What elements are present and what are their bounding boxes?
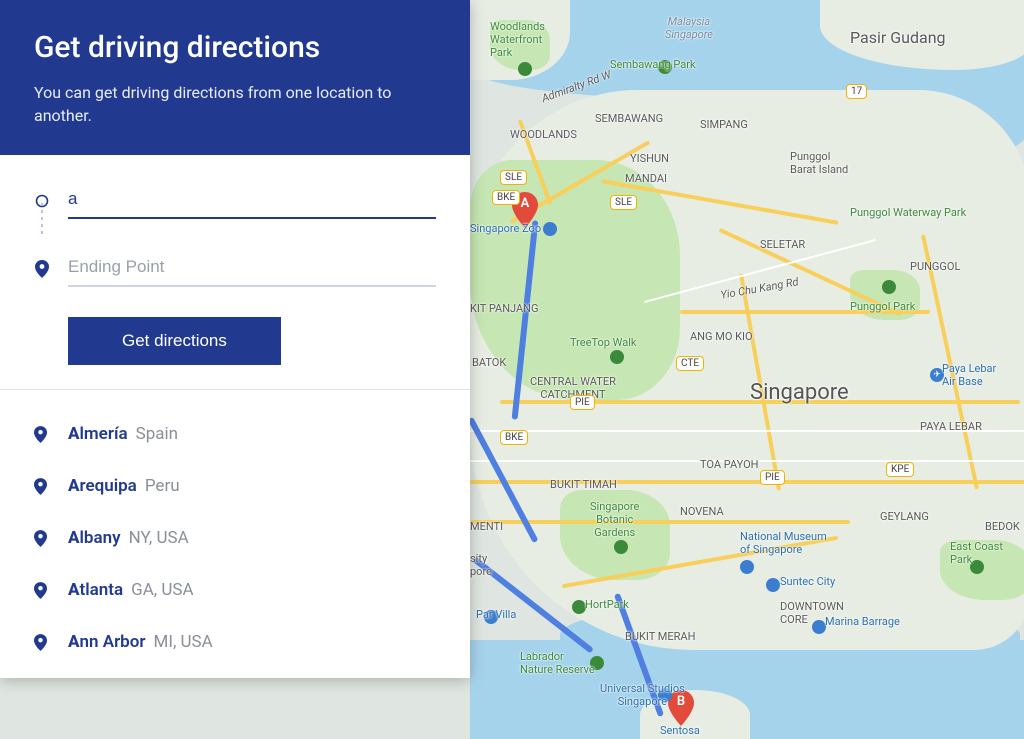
label-pasir-gudang: Pasir Gudang [850,28,946,47]
panel-body: Get directions [0,155,470,390]
suggestion-item[interactable]: ArequipaPeru [0,460,470,512]
label-punggol-barat: Punggol Barat Island [790,150,848,176]
suggestion-text: Ann ArborMI, USA [68,632,213,652]
label-bukit-timah: BUKIT TIMAH [550,478,617,491]
shield-sle: SLE [500,170,527,185]
label-malaysia-sg: Malaysia Singapore [665,15,713,41]
suggestion-item[interactable]: AlbanyNY, USA [0,512,470,564]
label-yishun: YISHUN [630,152,669,165]
label-botanic: Singapore Botanic Gardens [590,500,639,539]
poi-hortpark[interactable] [572,600,586,614]
label-kit-panjang: KIT PANJANG [470,302,539,315]
label-batok: BATOK [472,356,506,369]
pin-icon [34,582,48,599]
pin-icon [34,634,48,651]
end-pin-icon [34,260,50,278]
label-mandai: MANDAI [625,172,667,185]
label-marina: Marina Barrage [825,615,900,628]
autocomplete-list: AlmeríaSpain ArequipaPeru AlbanyNY, USA Atl… [0,390,470,678]
shield-cte: CTE [676,356,704,371]
label-menti: MENTI [470,520,503,533]
label-museum: National Museum of Singapore [740,530,827,556]
shield-pie2: PIE [760,470,785,485]
shield-bke: BKE [492,190,520,205]
label-toa-payoh: TOA PAYOH [700,458,759,471]
label-sentosa: Sentosa [660,724,700,737]
label-punggol-park: Punggol Park [850,300,915,313]
label-punggol: PUNGGOL [910,260,960,273]
label-east-coast: East Coast Park [950,540,1003,566]
label-sembawang-park: Sembawang Park [610,58,696,71]
suggestion-item[interactable]: Ann ArborMI, USA [0,616,470,668]
start-input[interactable] [68,183,436,219]
poi-botanic[interactable] [614,540,628,554]
shield-kpe: KPE [886,462,914,477]
label-singapore: Singapore [750,380,849,405]
label-geylang: GEYLANG [880,510,929,523]
label-simpang: SIMPANG [700,118,748,131]
start-field [34,183,436,219]
pin-icon [34,530,48,547]
shield-bke2: BKE [500,430,528,445]
label-treetop: TreeTop Walk [570,336,636,349]
pin-icon [34,478,48,495]
label-bukit-merah: BUKIT MERAH [625,630,695,643]
label-sity-pore: sity pore [470,552,492,578]
route-dots-icon [41,203,43,237]
poi-woodlands-park[interactable] [518,62,532,76]
poi-punggol-park[interactable] [882,280,896,294]
pin-icon [34,426,48,443]
app-root: A B ✈ Singapore Woodlands Waterfront Par… [0,0,1024,739]
poi-treetop[interactable] [610,350,624,364]
label-zoo: Singapore Zoo [470,222,541,235]
label-labrador: Labrador Nature Reserve [520,650,595,676]
label-ang-mo-kio: ANG MO KIO [690,330,753,343]
suggestion-item[interactable]: AlmeríaSpain [0,408,470,460]
panel-title: Get driving directions [34,30,436,65]
panel-header: Get driving directions You can get drivi… [0,0,470,155]
label-universal: Universal Studios Singapore [600,682,685,708]
get-directions-button[interactable]: Get directions [68,317,281,365]
panel-subtitle: You can get driving directions from one … [34,81,436,127]
label-paya-lebar-air: Paya Lebar Air Base [942,362,996,388]
poi-suntec[interactable] [766,578,780,592]
suggestion-item[interactable]: AtlantaGA, USA [0,564,470,616]
suggestion-text: AlbanyNY, USA [68,528,189,548]
label-parvilla: Par Villa [476,608,516,621]
end-input[interactable] [68,251,436,287]
poi-zoo[interactable] [543,222,557,236]
shield-17: 17 [846,84,867,99]
label-woodlands: WOODLANDS [510,128,577,141]
label-paya-lebar: PAYA LEBAR [920,420,982,433]
suggestion-text: AtlantaGA, USA [68,580,194,600]
end-field [34,251,436,287]
label-sembawang: SEMBAWANG [595,112,663,125]
label-punggol-waterway: Punggol Waterway Park [850,206,966,219]
label-suntec: Suntec City [780,575,835,588]
shield-pie: PIE [570,395,595,410]
suggestion-text: AlmeríaSpain [68,424,178,444]
label-woodlands-park: Woodlands Waterfront Park [490,20,545,59]
label-hortpark: HortPark [585,598,629,611]
shield-sle2: SLE [610,195,637,210]
poi-museum[interactable] [740,560,754,574]
label-seletar: SELETAR [760,238,805,251]
label-bedok: BEDOK [985,520,1020,533]
label-novena: NOVENA [680,505,724,518]
directions-panel: Get driving directions You can get drivi… [0,0,470,678]
suggestion-text: ArequipaPeru [68,476,180,496]
